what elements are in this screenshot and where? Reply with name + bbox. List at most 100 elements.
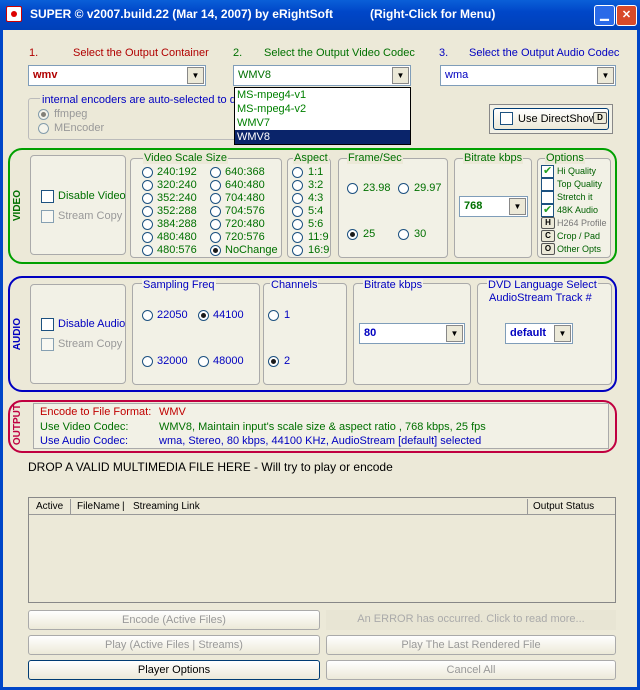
app-icon[interactable] bbox=[6, 6, 22, 22]
chevron-down-icon[interactable]: ▼ bbox=[446, 325, 463, 342]
aspect-radio[interactable] bbox=[292, 245, 303, 256]
option-label: H264 Profile bbox=[557, 218, 607, 228]
scale-radio[interactable] bbox=[142, 206, 153, 217]
col-link[interactable]: Streaming Link bbox=[133, 501, 200, 512]
fps-label: 30 bbox=[414, 228, 427, 240]
scale-radio[interactable] bbox=[210, 232, 221, 243]
scale-radio[interactable] bbox=[142, 232, 153, 243]
scale-radio[interactable] bbox=[142, 180, 153, 191]
step2-number: 2. bbox=[233, 47, 243, 59]
minimize-icon[interactable]: ▁ bbox=[594, 5, 615, 26]
col-divider bbox=[527, 499, 528, 514]
scale-label: 704:576 bbox=[225, 205, 265, 217]
aspect-radio[interactable] bbox=[292, 193, 303, 204]
codec-option[interactable]: MS-mpeg4-v1 bbox=[235, 88, 410, 102]
video-bitrate-select[interactable]: 768 ▼ bbox=[459, 196, 528, 217]
directshow-checkbox[interactable] bbox=[500, 112, 513, 125]
option-key-c[interactable]: C bbox=[541, 230, 555, 242]
fps-radio-selected[interactable] bbox=[347, 229, 358, 240]
encode-button[interactable]: Encode (Active Files) bbox=[28, 610, 320, 630]
player-options-button[interactable]: Player Options bbox=[28, 660, 320, 680]
scale-radio[interactable] bbox=[142, 245, 153, 256]
audio-codec-value: wma bbox=[445, 69, 469, 81]
audio-stream-copy-checkbox[interactable] bbox=[41, 338, 54, 351]
output-format-value: WMV bbox=[159, 406, 186, 418]
video-codec-select[interactable]: WMV8 ▼ bbox=[233, 65, 411, 86]
chevron-down-icon[interactable]: ▼ bbox=[509, 198, 526, 215]
option-checkbox[interactable] bbox=[541, 178, 554, 191]
col-sep: | bbox=[122, 501, 125, 512]
scale-radio[interactable] bbox=[210, 193, 221, 204]
play-last-button[interactable]: Play The Last Rendered File bbox=[326, 635, 616, 655]
fps-radio[interactable] bbox=[398, 229, 409, 240]
chevron-down-icon[interactable]: ▼ bbox=[597, 67, 614, 84]
disable-audio-checkbox[interactable] bbox=[41, 318, 54, 331]
dvd-track-select[interactable]: default ▼ bbox=[505, 323, 573, 344]
option-key-o[interactable]: O bbox=[541, 243, 555, 255]
scale-radio[interactable] bbox=[142, 219, 153, 230]
freq-title: Sampling Freq bbox=[142, 279, 216, 291]
directshow-key[interactable]: D bbox=[593, 112, 607, 124]
ffmpeg-radio[interactable] bbox=[38, 109, 49, 120]
codec-option-selected[interactable]: WMV8 bbox=[235, 130, 410, 144]
freq-radio[interactable] bbox=[142, 356, 153, 367]
disable-video-checkbox[interactable] bbox=[41, 190, 54, 203]
option-checkbox[interactable] bbox=[541, 203, 554, 217]
scale-radio-selected[interactable] bbox=[210, 245, 221, 256]
channel-radio[interactable] bbox=[268, 310, 279, 321]
codec-option[interactable]: MS-mpeg4-v2 bbox=[235, 102, 410, 116]
aspect-radio[interactable] bbox=[292, 180, 303, 191]
error-message-button[interactable]: An ERROR has occurred. Click to read mor… bbox=[326, 610, 616, 630]
aspect-radio[interactable] bbox=[292, 219, 303, 230]
scale-radio[interactable] bbox=[210, 206, 221, 217]
scale-label: 320:240 bbox=[157, 179, 197, 191]
option-label: Top Quality bbox=[557, 179, 603, 189]
chevron-down-icon[interactable]: ▼ bbox=[392, 67, 409, 84]
close-icon[interactable]: ✕ bbox=[616, 5, 637, 26]
video-codec-dropdown[interactable]: MS-mpeg4-v1 MS-mpeg4-v2 WMV7 WMV8 bbox=[234, 87, 411, 145]
col-status[interactable]: Output Status bbox=[533, 501, 594, 512]
scale-label: 480:576 bbox=[157, 244, 197, 256]
scale-radio[interactable] bbox=[210, 219, 221, 230]
option-key-h[interactable]: H bbox=[541, 217, 555, 229]
video-stream-copy-checkbox[interactable] bbox=[41, 210, 54, 223]
chevron-down-icon[interactable]: ▼ bbox=[554, 325, 571, 342]
fps-label: 29.97 bbox=[414, 182, 442, 194]
freq-radio[interactable] bbox=[142, 310, 153, 321]
aspect-radio[interactable] bbox=[292, 232, 303, 243]
option-checkbox[interactable] bbox=[541, 164, 554, 178]
freq-radio-selected[interactable] bbox=[198, 310, 209, 321]
play-button[interactable]: Play (Active Files | Streams) bbox=[28, 635, 320, 655]
option-label: Crop / Pad bbox=[557, 231, 601, 241]
scale-radio[interactable] bbox=[210, 167, 221, 178]
scale-radio[interactable] bbox=[210, 180, 221, 191]
fps-radio[interactable] bbox=[347, 183, 358, 194]
cancel-all-button[interactable]: Cancel All bbox=[326, 660, 616, 680]
container-select[interactable]: wmv ▼ bbox=[28, 65, 206, 86]
encoders-title: internal encoders are auto-selected to d bbox=[40, 94, 238, 106]
video-label: VIDEO bbox=[12, 190, 23, 222]
aspect-radio[interactable] bbox=[292, 206, 303, 217]
title-bar: SUPER © v2007.build.22 (Mar 14, 2007) by… bbox=[0, 0, 640, 30]
fps-radio[interactable] bbox=[398, 183, 409, 194]
freq-radio[interactable] bbox=[198, 356, 209, 367]
col-active[interactable]: Active bbox=[36, 501, 63, 512]
scale-radio[interactable] bbox=[142, 167, 153, 178]
aspect-radio[interactable] bbox=[292, 167, 303, 178]
audio-bitrate-title: Bitrate kbps bbox=[363, 279, 424, 291]
codec-option[interactable]: WMV7 bbox=[235, 116, 410, 130]
dvd-title: DVD Language Select bbox=[487, 279, 598, 291]
scale-radio[interactable] bbox=[142, 193, 153, 204]
audio-codec-select[interactable]: wma ▼ bbox=[440, 65, 616, 86]
audio-bitrate-select[interactable]: 80 ▼ bbox=[359, 323, 465, 344]
fps-title: Frame/Sec bbox=[347, 152, 403, 164]
chevron-down-icon[interactable]: ▼ bbox=[187, 67, 204, 84]
mencoder-radio[interactable] bbox=[38, 123, 49, 134]
aspect-label: 1:1 bbox=[308, 166, 324, 178]
right-click-hint: (Right-Click for Menu) bbox=[370, 7, 496, 21]
col-filename[interactable]: FileName bbox=[77, 501, 120, 512]
scale-label: 480:480 bbox=[157, 231, 197, 243]
freq-group bbox=[132, 283, 260, 385]
scale-label: 704:480 bbox=[225, 192, 265, 204]
channel-radio-selected[interactable] bbox=[268, 356, 279, 367]
